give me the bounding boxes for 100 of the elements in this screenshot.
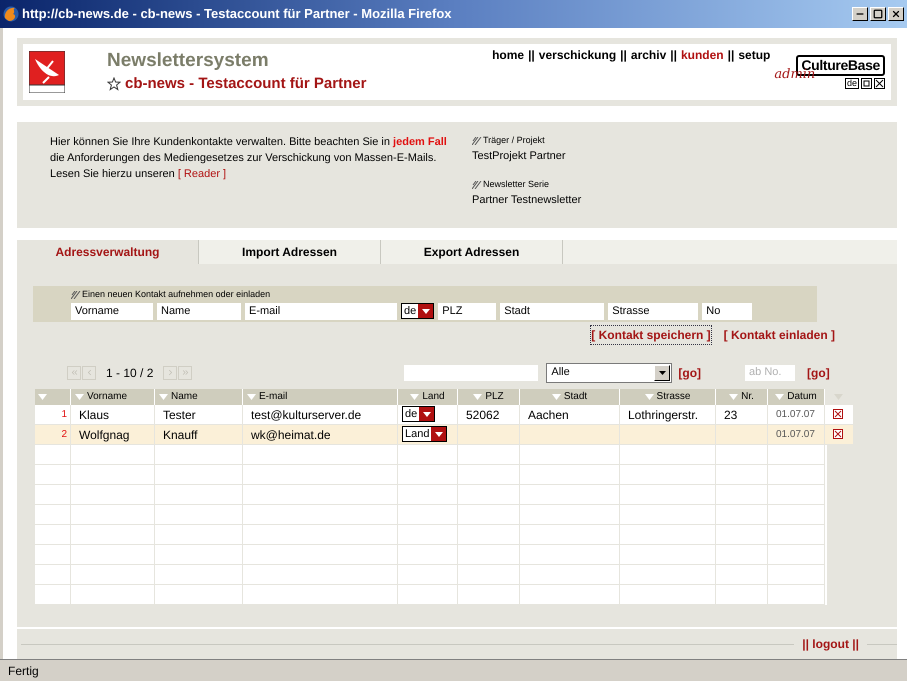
text-input[interactable]: E-mail (245, 302, 397, 320)
sort-triangle-icon[interactable] (729, 394, 738, 400)
table-cell: Knauff (155, 424, 243, 444)
from-number-input[interactable]: ab No. (745, 364, 796, 380)
double-chevron-left-icon (70, 368, 78, 377)
close-icon[interactable] (874, 78, 885, 90)
close-icon (891, 9, 901, 19)
go-link[interactable]: [go] (678, 364, 702, 382)
text-input[interactable]: PLZ (438, 302, 496, 320)
save-contact-link[interactable]: [ Kontakt speichern ] (590, 324, 712, 344)
delete-icon[interactable] (833, 409, 843, 419)
browser-globe-icon (3, 6, 19, 22)
text-input[interactable]: No (702, 302, 752, 320)
nav-link[interactable]: kunden (680, 46, 724, 64)
table-header-cell[interactable]: PLZ (458, 388, 520, 404)
field-label: Newsletter Serie (483, 178, 550, 191)
popup-window-icon[interactable] (861, 78, 872, 90)
next-page-button[interactable] (163, 366, 178, 380)
go-link[interactable]: [go] (807, 364, 830, 382)
sort-triangle-icon[interactable] (247, 394, 256, 400)
maximize-button[interactable] (870, 7, 886, 21)
sort-triangle-icon[interactable] (38, 394, 47, 400)
dropdown-arrow-icon (422, 308, 430, 314)
delete-icon[interactable] (833, 429, 843, 439)
table-row[interactable]: 2 Wolfgnag Knauff wk@heimat.de Land 01.07.07 (35, 424, 853, 444)
status-text: Fertig (8, 662, 39, 680)
sort-triangle-icon[interactable] (644, 394, 654, 400)
previous-page-button[interactable] (82, 366, 96, 380)
country-select[interactable]: de (402, 406, 436, 422)
table-cell: Klaus (71, 404, 155, 424)
star-outline-icon (107, 76, 121, 91)
table-header-cell[interactable]: Vorname (71, 388, 155, 404)
table-cell: 01.07.07 (768, 424, 825, 444)
nav-link[interactable]: setup (738, 46, 770, 64)
table-header-cell[interactable]: E-mail (243, 388, 398, 404)
nav-link[interactable]: archiv (630, 46, 666, 64)
sort-triangle-icon[interactable] (410, 394, 420, 400)
nav-separator: || (728, 47, 734, 64)
dropdown-arrow-icon (658, 370, 666, 374)
dropdown-arrow-icon (422, 412, 431, 416)
table-header-cell[interactable]: Nr. (716, 388, 768, 404)
table-cell: Lothringerstr. (620, 404, 716, 424)
country-select[interactable]: Land (402, 426, 448, 442)
country-select[interactable]: de (401, 303, 434, 319)
sort-triangle-icon[interactable] (159, 394, 168, 400)
app-name: Newslettersystem (107, 48, 270, 73)
table-cell: Wolfgnag (71, 424, 155, 444)
sort-triangle-icon[interactable] (552, 394, 561, 400)
page-range: 1 - 10 / 2 (106, 364, 154, 382)
hatch-icon (71, 290, 81, 299)
invite-contact-link[interactable]: [ Kontakt einladen ] (724, 324, 835, 344)
sort-triangle-icon[interactable] (75, 394, 84, 400)
text-input[interactable]: Vorname (71, 302, 153, 320)
nav-separator: || (620, 47, 627, 64)
table-cell: Tester (155, 404, 243, 424)
search-input[interactable] (404, 364, 538, 380)
table-header-cell[interactable]: Strasse (620, 388, 716, 404)
close-button[interactable] (888, 7, 904, 21)
field-value: Partner Testnewsletter (472, 192, 582, 208)
row-number: 2 (35, 424, 71, 444)
double-chevron-right-icon (180, 368, 190, 377)
sort-triangle-icon[interactable] (775, 394, 784, 400)
hatch-icon (472, 180, 482, 189)
info-text: Hier können Sie Ihre Kundenkontakte verwalten. Bitte beachten Sie in jedem Fall die Anforderungen des Mediengesetzes zur Verschickung von Massen-E-Mails. Lesen Sie hierzu unseren [ Reader ] (50, 135, 448, 182)
table-header-cell[interactable]: Stadt (520, 388, 620, 404)
table-header-cell[interactable]: Name (155, 388, 243, 404)
maximize-icon (873, 9, 883, 19)
field-label: Träger / Projekt (483, 134, 545, 147)
reader-link[interactable]: [ Reader ] (178, 168, 226, 180)
last-page-button[interactable] (178, 366, 192, 380)
table-header-cell[interactable]: Land (398, 388, 458, 404)
first-page-button[interactable] (67, 366, 81, 380)
account-name: cb-news - Testaccount für Partner (125, 74, 366, 94)
sort-triangle-icon[interactable] (473, 394, 482, 400)
logout-link[interactable]: || logout || (794, 635, 867, 653)
text-input[interactable]: Strasse (608, 302, 698, 320)
minimize-button[interactable] (852, 7, 868, 21)
table-row[interactable]: 1 Klaus Tester test@kulturserver.de de 52062 Aachen Lothringerstr. 23 01.07.07 (35, 404, 853, 424)
table-cell: Aachen (520, 404, 620, 424)
row-number: 1 (35, 404, 71, 424)
text-input[interactable]: Stadt (500, 302, 604, 320)
table-cell: 52062 (458, 404, 520, 424)
window-title: http://cb-news.de - cb-news - Testaccount für Partner - Mozilla Firefox (22, 5, 452, 24)
dropdown-arrow-icon (434, 432, 443, 436)
hatch-icon (472, 136, 482, 145)
language-button[interactable]: de (844, 78, 859, 90)
nav-separator: || (528, 47, 535, 64)
table-cell: test@kulturserver.de (243, 404, 398, 424)
tab[interactable]: Adressverwaltung (17, 240, 199, 264)
filter-select[interactable]: Alle (546, 362, 672, 382)
table-cell: 01.07.07 (768, 404, 825, 424)
nav-link[interactable]: verschickung (538, 46, 616, 64)
field-value: TestProjekt Partner (472, 148, 567, 164)
table-header-cell[interactable]: Datum (768, 388, 825, 404)
satellite-dish-logo (29, 51, 65, 93)
table-cell: wk@heimat.de (243, 424, 398, 444)
table-cell: 23 (716, 404, 768, 424)
text-input[interactable]: Name (157, 302, 241, 320)
new-contact-title: Einen neuen Kontakt aufnehmen oder einladen (82, 288, 270, 301)
nav-link[interactable]: home (492, 46, 524, 64)
